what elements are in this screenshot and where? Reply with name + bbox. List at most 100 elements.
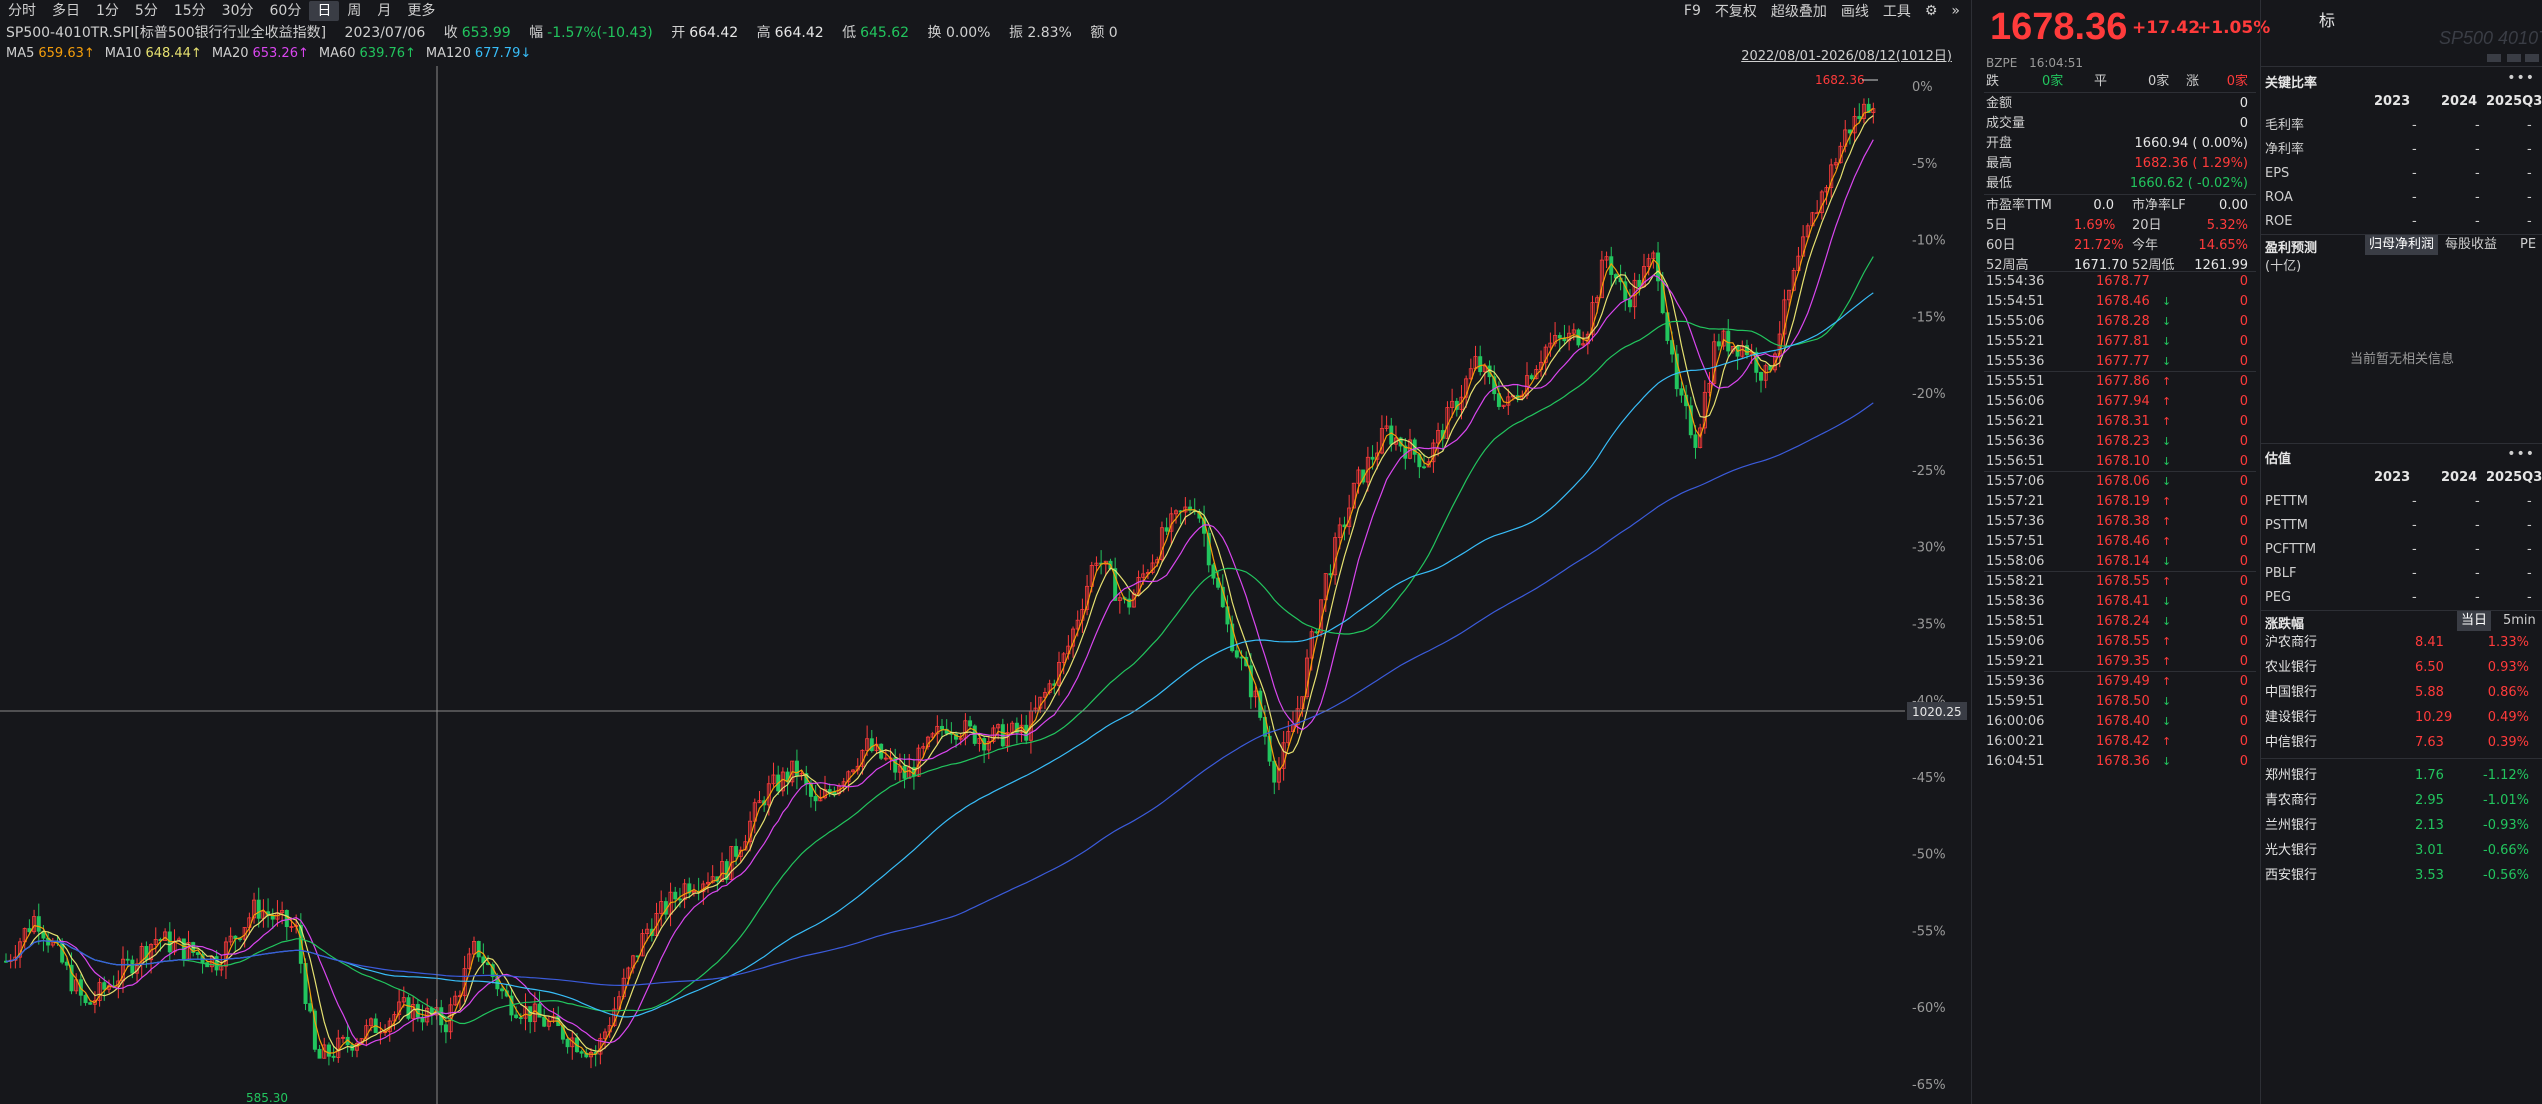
period-tab-1[interactable]: 多日: [44, 1, 88, 21]
period-tab-9[interactable]: 月: [369, 1, 399, 21]
mover-row[interactable]: 沪农商行 8.41 1.33%: [2265, 630, 2537, 655]
more-icon[interactable]: •••: [2507, 446, 2535, 462]
candle-body: [940, 725, 945, 730]
mover-row[interactable]: 中国银行 5.88 0.86%: [2265, 680, 2537, 705]
max-price-label: 1682.36: [1815, 73, 1865, 87]
mover-row[interactable]: 西安银行 3.53 -0.56%: [2265, 863, 2537, 888]
more-icon[interactable]: •••: [2507, 70, 2535, 86]
date-range-label[interactable]: 2022/08/01-2026/08/12(1012日): [1741, 45, 1952, 64]
symbol-name: SP500-4010TR.SPI[标普500银行行业全收益指数]: [6, 25, 327, 41]
tick-row: 15:57:36 1678.38 ↑ 0: [1986, 512, 2256, 532]
mover-change: 0.86%: [2487, 685, 2529, 700]
fundamental-value: -: [2475, 494, 2480, 509]
forecast-tab-2[interactable]: PE: [2516, 235, 2540, 255]
mover-name: 中国银行: [2265, 685, 2318, 700]
mover-row[interactable]: 兰州银行 2.13 -0.93%: [2265, 813, 2537, 838]
tick-time: 15:56:21: [1986, 414, 2045, 429]
fundamental-row: EPS - - -: [2265, 163, 2535, 185]
candle-body: [677, 898, 682, 901]
mover-row[interactable]: 农业银行 6.50 0.93%: [2265, 655, 2537, 680]
candle-body: [1370, 456, 1375, 460]
y-tick-label: -35%: [1912, 617, 1946, 632]
mover-row[interactable]: 郑州银行 1.76 -1.12%: [2265, 763, 2537, 788]
period-tab-2[interactable]: 1分: [88, 1, 127, 21]
tool-3[interactable]: 画线: [1841, 1, 1869, 21]
period-tab-4[interactable]: 15分: [166, 1, 214, 21]
breadth-flat: 0家: [2148, 74, 2170, 89]
fundamental-value: -: [2527, 518, 2532, 533]
mover-row[interactable]: 建设银行 10.29 0.49%: [2265, 705, 2537, 730]
candle-body: [256, 899, 261, 919]
tick-volume: 0: [2239, 474, 2248, 489]
period-tab-10[interactable]: 更多: [399, 1, 443, 21]
mover-name: 西安银行: [2265, 868, 2318, 883]
settings-icon[interactable]: ⚙: [1925, 3, 1938, 19]
movers-tab-5min[interactable]: 5min: [2499, 611, 2540, 631]
min-price-label: 585.30: [246, 1091, 288, 1104]
tool-4[interactable]: 工具: [1883, 1, 1911, 21]
mover-name: 中信银行: [2265, 735, 2318, 750]
candle-body: [1627, 299, 1632, 308]
collapse-icon[interactable]: »: [1951, 3, 1960, 19]
quote-row-label: 成交量: [1986, 116, 2026, 131]
y-tick-label: -10%: [1912, 234, 1946, 249]
year-header: 2023: [2374, 470, 2411, 485]
valuation-value: 21.72%: [2074, 238, 2124, 253]
forecast-title: 盈利预测: [2265, 241, 2318, 256]
kline-chart-area[interactable]: 分时 多日 1分 5分 15分 30分 60分日周月更多 F9 不复权 超级叠加 画线 工具 ⚙ » S…: [0, 0, 1970, 1104]
candle-body: [972, 725, 977, 744]
period-tab-6[interactable]: 60分: [262, 1, 310, 21]
candle-body: [827, 789, 832, 792]
tick-volume: 0: [2239, 554, 2248, 569]
candle-body: [1637, 279, 1642, 288]
forecast-tab-1[interactable]: 每股收益: [2441, 235, 2501, 255]
period-tab-7[interactable]: 日: [309, 1, 340, 21]
candle-body: [673, 891, 678, 900]
tick-time: 15:59:51: [1986, 694, 2045, 709]
fundamental-value: -: [2475, 590, 2480, 605]
key-ratios-title: 关键比率: [2265, 76, 2318, 91]
fundamental-label: PCFTTM: [2265, 542, 2317, 557]
fundamental-label: 净利率: [2265, 142, 2305, 157]
candles-group: [4, 98, 1876, 1069]
period-tab-8[interactable]: 周: [339, 1, 369, 21]
mover-row[interactable]: 青农商行 2.95 -1.01%: [2265, 788, 2537, 813]
valuation-value: 14.65%: [2198, 238, 2248, 253]
tick-time: 15:54:36: [1986, 274, 2045, 289]
candle-body: [1422, 466, 1427, 469]
movers-tab-today[interactable]: 当日: [2457, 611, 2492, 631]
divider: [2261, 758, 2542, 759]
fundamental-value: -: [2412, 590, 2417, 605]
candle-body: [1693, 434, 1698, 448]
fundamental-label: PETTM: [2265, 494, 2308, 509]
candle-body: [565, 1038, 570, 1048]
period-tab-3[interactable]: 5分: [127, 1, 166, 21]
tick-time: 15:54:51: [1986, 294, 2045, 309]
quote-row: 开盘 1660.94 ( 0.00%): [1986, 134, 2256, 154]
tick-time: 15:56:36: [1986, 434, 2045, 449]
tick-time: 15:55:21: [1986, 334, 2045, 349]
tool-2[interactable]: 超级叠加: [1771, 1, 1827, 21]
tool-1[interactable]: 不复权: [1715, 1, 1757, 21]
candle-body: [326, 1044, 331, 1057]
tool-0[interactable]: F9: [1684, 3, 1701, 19]
mover-row[interactable]: 中信银行 7.63 0.39%: [2265, 730, 2537, 755]
valuation-value: 0.0: [2093, 198, 2114, 213]
forecast-tab-0[interactable]: 归母净利润: [2365, 235, 2439, 255]
tick-price: 1677.81: [2096, 334, 2150, 349]
period-tab-0[interactable]: 分时: [0, 1, 44, 21]
tick-time: 15:58:21: [1986, 574, 2045, 589]
mover-row[interactable]: 光大银行 3.01 -0.66%: [2265, 838, 2537, 863]
quote-time: 16:04:51: [2029, 56, 2084, 70]
kline-plot[interactable]: 0%-5%-10%-15%-20%-25%-30%-35%-40%-45%-50…: [0, 66, 1970, 1104]
tick-volume: 0: [2239, 734, 2248, 749]
divider: [1984, 92, 2256, 93]
fundamental-value: -: [2475, 142, 2480, 157]
fundamental-value: -: [2412, 566, 2417, 581]
period-tab-5[interactable]: 30分: [214, 1, 262, 21]
candle-body: [317, 1048, 322, 1059]
candle-body: [1272, 760, 1277, 783]
tick-row: 15:55:36 1677.77 ↓ 0: [1986, 352, 2256, 372]
quote-row-value: 0: [2239, 96, 2248, 111]
tick-row: 15:56:51 1678.10 ↓ 0: [1986, 452, 2256, 472]
